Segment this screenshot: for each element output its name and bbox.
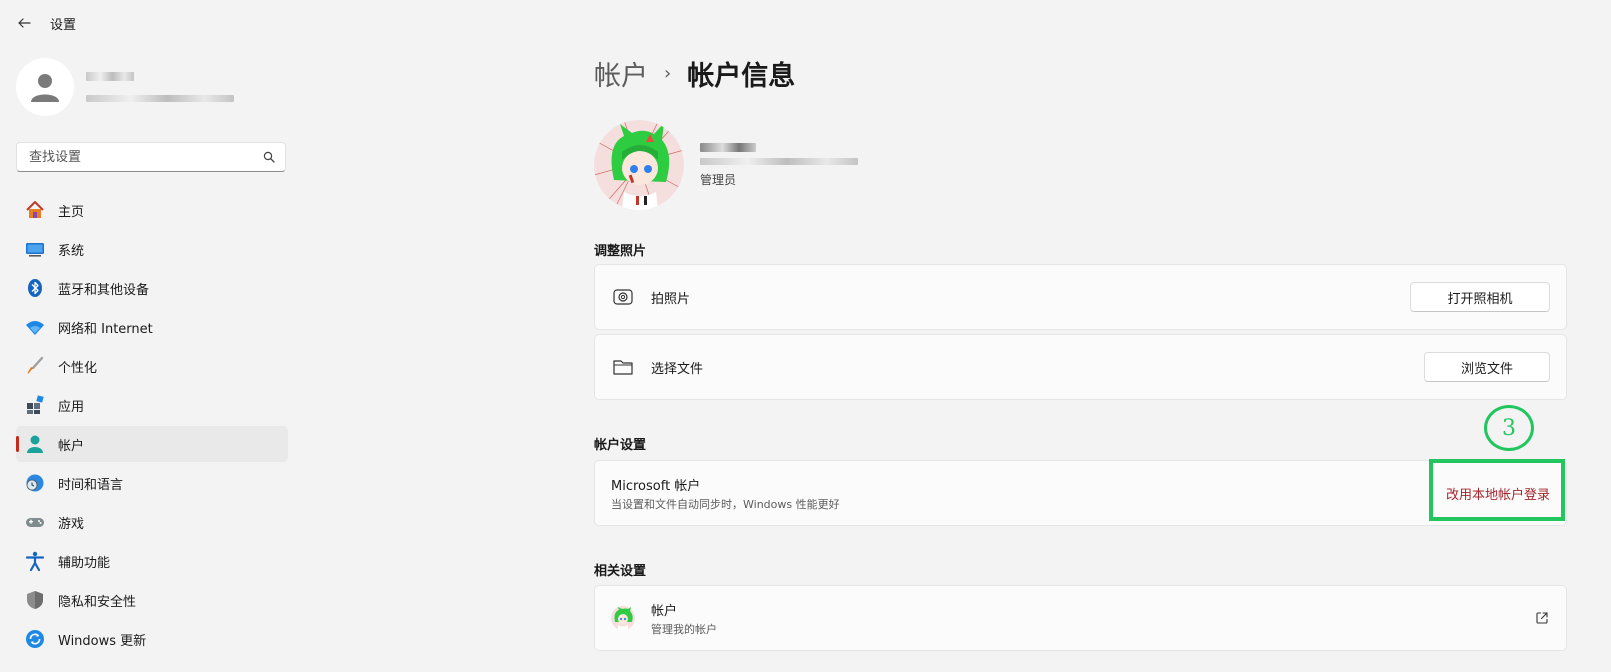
accounts-related-label: 帐户 bbox=[651, 603, 678, 619]
sidebar-item-bluetooth[interactable]: 蓝牙和其他设备 bbox=[16, 270, 288, 306]
apps-icon bbox=[24, 394, 46, 416]
time-language-icon bbox=[24, 472, 46, 494]
accessibility-icon bbox=[24, 550, 46, 572]
choose-file-row: 选择文件 浏览文件 bbox=[594, 334, 1567, 400]
sidebar-item-label: 个性化 bbox=[58, 360, 98, 376]
sidebar-item-network[interactable]: 网络和 Internet bbox=[16, 309, 288, 345]
avatar bbox=[16, 58, 74, 116]
sidebar-item-accessibility[interactable]: 辅助功能 bbox=[16, 543, 288, 579]
accounts-related-text: 帐户 管理我的帐户 bbox=[651, 600, 717, 637]
back-button[interactable] bbox=[14, 13, 34, 33]
breadcrumb-parent[interactable]: 帐户 bbox=[594, 54, 648, 93]
app-title: 设置 bbox=[50, 17, 77, 33]
section-title-account-settings: 帐户设置 bbox=[594, 438, 647, 453]
sidebar-item-system[interactable]: 系统 bbox=[16, 231, 288, 267]
page-title: 帐户信息 bbox=[687, 61, 796, 92]
choose-file-label: 选择文件 bbox=[651, 361, 704, 377]
person-icon bbox=[31, 74, 59, 102]
account-info: 管理员 bbox=[700, 142, 858, 188]
microsoft-account-description: 当设置和文件自动同步时，Windows 性能更好 bbox=[611, 497, 840, 511]
section-title-adjust-photo: 调整照片 bbox=[594, 244, 647, 259]
sidebar-item-label: 应用 bbox=[58, 399, 85, 415]
breadcrumb-separator: › bbox=[664, 63, 672, 84]
search-input[interactable] bbox=[27, 148, 263, 166]
update-icon bbox=[24, 628, 46, 650]
profile-text-redacted bbox=[86, 72, 234, 102]
sidebar-item-label: 系统 bbox=[58, 243, 85, 259]
open-camera-button[interactable]: 打开照相机 bbox=[1410, 282, 1550, 312]
sidebar-item-apps[interactable]: 应用 bbox=[16, 387, 288, 423]
network-icon bbox=[24, 316, 46, 338]
user-profile[interactable] bbox=[16, 58, 234, 116]
sidebar-item-time-language[interactable]: 时间和语言 bbox=[16, 465, 288, 501]
sidebar-item-label: Windows 更新 bbox=[58, 633, 147, 649]
account-email-redacted bbox=[700, 157, 858, 165]
settings-window: 设置 查找设置 主页 系统 蓝牙和其他设备 网络和 Internet 个性化 应… bbox=[0, 0, 1611, 672]
microsoft-account-text: Microsoft 帐户 当设置和文件自动同步时，Windows 性能更好 bbox=[611, 475, 840, 512]
main-content: 帐户 › 帐户信息 管理员 调整照片 拍照片 打开照相机 选择文件 浏览文件 帐… bbox=[594, 46, 1611, 672]
sidebar-item-label: 网络和 Internet bbox=[58, 321, 153, 337]
sidebar-item-label: 隐私和安全性 bbox=[58, 594, 137, 610]
microsoft-account-row: Microsoft 帐户 当设置和文件自动同步时，Windows 性能更好 改用… bbox=[594, 460, 1567, 526]
sidebar-item-personalization[interactable]: 个性化 bbox=[16, 348, 288, 384]
accounts-related-row[interactable]: 帐户 管理我的帐户 bbox=[594, 585, 1567, 651]
account-icon bbox=[24, 433, 46, 455]
step-number-badge: 3 bbox=[1484, 405, 1534, 451]
browse-files-button[interactable]: 浏览文件 bbox=[1424, 352, 1550, 382]
nav-list: 主页 系统 蓝牙和其他设备 网络和 Internet 个性化 应用 帐户 时间和… bbox=[16, 192, 288, 660]
title-bar: 设置 bbox=[0, 0, 1611, 46]
sidebar-item-label: 游戏 bbox=[58, 516, 85, 532]
account-name-redacted bbox=[700, 142, 756, 152]
sidebar-item-label: 时间和语言 bbox=[58, 477, 124, 493]
sidebar-item-label: 主页 bbox=[58, 204, 85, 220]
anime-avatar-image bbox=[594, 120, 684, 210]
bluetooth-icon bbox=[24, 277, 46, 299]
microsoft-account-label: Microsoft 帐户 bbox=[611, 478, 701, 494]
highlight-box bbox=[1429, 459, 1565, 521]
breadcrumb: 帐户 › 帐户信息 bbox=[594, 54, 795, 93]
back-arrow-icon bbox=[18, 18, 31, 28]
section-title-related: 相关设置 bbox=[594, 564, 647, 579]
system-icon bbox=[24, 238, 46, 260]
take-photo-row: 拍照片 打开照相机 bbox=[594, 264, 1567, 330]
external-link-icon[interactable] bbox=[1534, 610, 1550, 626]
brush-icon bbox=[24, 355, 46, 377]
home-icon bbox=[24, 199, 46, 221]
folder-icon bbox=[611, 355, 635, 379]
sidebar-item-privacy[interactable]: 隐私和安全性 bbox=[16, 582, 288, 618]
sidebar-item-home[interactable]: 主页 bbox=[16, 192, 288, 228]
shield-icon bbox=[24, 589, 46, 611]
sidebar: 主页 系统 蓝牙和其他 bbox=[0, 46, 300, 672]
accounts-related-description: 管理我的帐户 bbox=[651, 622, 717, 636]
account-header: 管理员 bbox=[594, 120, 858, 210]
sidebar-item-label: 辅助功能 bbox=[58, 555, 111, 571]
camera-icon bbox=[611, 285, 635, 309]
account-avatar bbox=[594, 120, 684, 210]
account-role: 管理员 bbox=[700, 172, 737, 187]
account-avatar-small bbox=[611, 606, 635, 630]
search-icon bbox=[263, 151, 275, 163]
sidebar-item-label: 帐户 bbox=[58, 438, 85, 454]
sidebar-item-label: 蓝牙和其他设备 bbox=[58, 282, 150, 298]
search-field[interactable] bbox=[16, 142, 286, 172]
sidebar-item-windows-update[interactable]: Windows 更新 bbox=[16, 621, 288, 657]
gaming-icon bbox=[24, 511, 46, 533]
take-photo-label: 拍照片 bbox=[651, 291, 691, 307]
sidebar-item-gaming[interactable]: 游戏 bbox=[16, 504, 288, 540]
sidebar-item-accounts[interactable]: 帐户 bbox=[16, 426, 288, 462]
